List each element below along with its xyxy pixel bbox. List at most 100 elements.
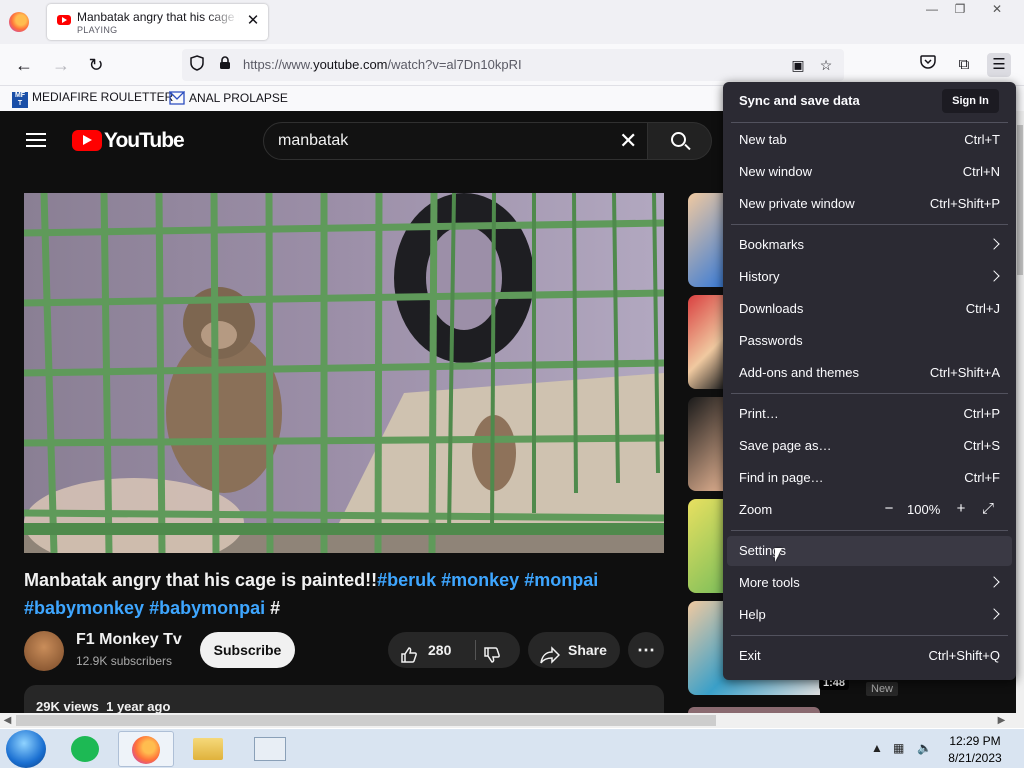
- youtube-favicon-icon: [57, 15, 71, 25]
- tab-playing-status: PLAYING: [77, 25, 118, 35]
- menu-item-more-tools[interactable]: More tools: [727, 568, 1012, 598]
- menu-label: Find in page…: [739, 470, 824, 485]
- tracking-shield-icon[interactable]: [187, 55, 207, 75]
- related-video-thumbnail[interactable]: [688, 193, 724, 287]
- view-count: 29K views: [36, 699, 99, 714]
- menu-shortcut: Ctrl+F: [964, 470, 1000, 485]
- picture-in-picture-icon[interactable]: ▣: [788, 55, 808, 75]
- menu-item-addons[interactable]: Add-ons and themes Ctrl+Shift+A: [727, 358, 1012, 388]
- mouse-cursor: [775, 548, 782, 562]
- padlock-icon[interactable]: [215, 55, 235, 75]
- channel-name[interactable]: F1 Monkey Tv: [76, 631, 182, 649]
- subscribe-button[interactable]: Subscribe: [200, 632, 295, 668]
- tab-youtube[interactable]: Manbatak angry that his cage is painted!…: [47, 4, 268, 40]
- related-video-thumbnail[interactable]: [688, 295, 724, 389]
- menu-item-bookmarks[interactable]: Bookmarks: [727, 230, 1012, 260]
- menu-item-new-tab[interactable]: New tab Ctrl+T: [727, 125, 1012, 155]
- system-clock[interactable]: 12:29 PM 8/21/2023: [935, 733, 1015, 767]
- like-divider: [475, 640, 476, 660]
- share-button[interactable]: Share: [528, 632, 620, 668]
- view-count-and-age: 29K views 1 year ago: [36, 699, 170, 714]
- menu-shortcut: Ctrl+Shift+Q: [928, 648, 1000, 663]
- pocket-icon[interactable]: [916, 53, 940, 77]
- horizontal-scrollbar-thumb[interactable]: [16, 715, 716, 726]
- sign-in-button[interactable]: Sign In: [942, 89, 999, 113]
- network-icon[interactable]: ▦: [893, 741, 904, 755]
- forward-icon[interactable]: →: [48, 52, 74, 78]
- menu-item-print[interactable]: Print… Ctrl+P: [727, 399, 1012, 429]
- hashtag-link[interactable]: #monkey: [441, 570, 519, 590]
- taskbar: ▲ ▦ 🔈 12:29 PM 8/21/2023: [0, 728, 1024, 768]
- tab-close-icon[interactable]: ✕: [245, 13, 261, 29]
- clear-search-icon[interactable]: ✕: [619, 128, 637, 154]
- start-button[interactable]: [6, 730, 46, 768]
- reload-icon[interactable]: ↻: [83, 52, 109, 78]
- fullscreen-icon[interactable]: ⤢: [978, 499, 998, 519]
- youtube-logo-text[interactable]: YouTube: [104, 129, 185, 153]
- video-player[interactable]: [24, 193, 664, 553]
- url-text[interactable]: https://www.youtube.com/watch?v=al7Dn10k…: [243, 57, 522, 72]
- menu-item-passwords[interactable]: Passwords: [727, 326, 1012, 356]
- vertical-scrollbar-thumb[interactable]: [1017, 125, 1023, 275]
- menu-shortcut: Ctrl+J: [965, 301, 1000, 316]
- folder-icon: [193, 738, 223, 760]
- menu-item-find-in-page[interactable]: Find in page… Ctrl+F: [727, 463, 1012, 493]
- hashtag-link[interactable]: #beruk: [377, 570, 436, 590]
- vertical-scrollbar[interactable]: [1016, 111, 1024, 713]
- channel-avatar[interactable]: [24, 631, 64, 671]
- zoom-out-icon[interactable]: −: [879, 499, 899, 519]
- menu-item-downloads[interactable]: Downloads Ctrl+J: [727, 294, 1012, 324]
- zoom-in-icon[interactable]: +: [951, 499, 971, 519]
- menu-item-settings[interactable]: Settings: [727, 536, 1012, 566]
- like-count: 280: [428, 642, 452, 658]
- dislike-button[interactable]: [483, 641, 501, 677]
- search-button[interactable]: [648, 122, 712, 160]
- related-video-thumbnail[interactable]: [688, 397, 724, 491]
- menu-item-save-page[interactable]: Save page as… Ctrl+S: [727, 431, 1012, 461]
- window-close-icon[interactable]: ✕: [983, 0, 1011, 18]
- extensions-icon[interactable]: ⧉: [952, 53, 976, 77]
- restore-icon[interactable]: ❐: [946, 0, 974, 18]
- url-bar[interactable]: https://www.youtube.com/watch?v=al7Dn10k…: [182, 49, 844, 81]
- menu-shortcut: Ctrl+S: [963, 438, 1000, 453]
- menu-item-exit[interactable]: Exit Ctrl+Shift+Q: [727, 641, 1012, 671]
- menu-item-new-private-window[interactable]: New private window Ctrl+Shift+P: [727, 189, 1012, 219]
- taskbar-app-explorer[interactable]: [181, 731, 237, 767]
- volume-icon[interactable]: 🔈: [917, 741, 932, 755]
- app-menu-icon[interactable]: ☰: [987, 53, 1011, 77]
- bookmark-mediafire[interactable]: MF T MEDIAFIRE ROULETTER: [12, 90, 173, 108]
- menu-item-help[interactable]: Help: [727, 600, 1012, 630]
- menu-label: Passwords: [739, 333, 803, 348]
- taskbar-app-monitor[interactable]: [242, 731, 298, 767]
- hashtag-link[interactable]: #babymonkey: [24, 598, 144, 618]
- subscriber-count: 12.9K subscribers: [76, 654, 173, 668]
- taskbar-app-notes[interactable]: [57, 731, 113, 767]
- chevron-right-icon: [988, 270, 1000, 282]
- video-frame: [24, 193, 664, 553]
- youtube-logo-icon[interactable]: [72, 130, 102, 151]
- scroll-left-icon[interactable]: ◀: [0, 713, 15, 728]
- like-button[interactable]: 280: [388, 632, 474, 668]
- menu-item-new-window[interactable]: New window Ctrl+N: [727, 157, 1012, 187]
- guide-menu-icon[interactable]: [26, 133, 46, 147]
- clock-date: 8/21/2023: [948, 751, 1002, 765]
- menu-shortcut: Ctrl+N: [962, 164, 1000, 179]
- back-icon[interactable]: ←: [11, 52, 37, 78]
- bookmark-star-icon[interactable]: ☆: [816, 55, 836, 75]
- hashtag-link[interactable]: #babymonpai: [149, 598, 265, 618]
- bookmark-folder[interactable]: ANAL PROLAPSE: [168, 90, 288, 106]
- search-input[interactable]: manbatak ✕: [263, 122, 648, 160]
- hashtag-link[interactable]: #monpai: [524, 570, 598, 590]
- upload-age: 1 year ago: [106, 699, 171, 714]
- menu-item-history[interactable]: History: [727, 262, 1012, 292]
- menu-separator: [731, 530, 1008, 531]
- horizontal-scrollbar[interactable]: ◀ ▶: [0, 713, 1024, 728]
- firefox-icon[interactable]: [9, 12, 29, 32]
- show-hidden-icons[interactable]: ▲: [871, 741, 883, 755]
- related-video-thumbnail[interactable]: [688, 499, 724, 593]
- taskbar-app-firefox[interactable]: [118, 731, 174, 767]
- more-actions-icon[interactable]: ⋯: [628, 632, 664, 668]
- scroll-right-icon[interactable]: ▶: [994, 713, 1009, 728]
- minimize-icon[interactable]: —: [918, 0, 946, 18]
- zoom-level[interactable]: 100%: [907, 502, 940, 517]
